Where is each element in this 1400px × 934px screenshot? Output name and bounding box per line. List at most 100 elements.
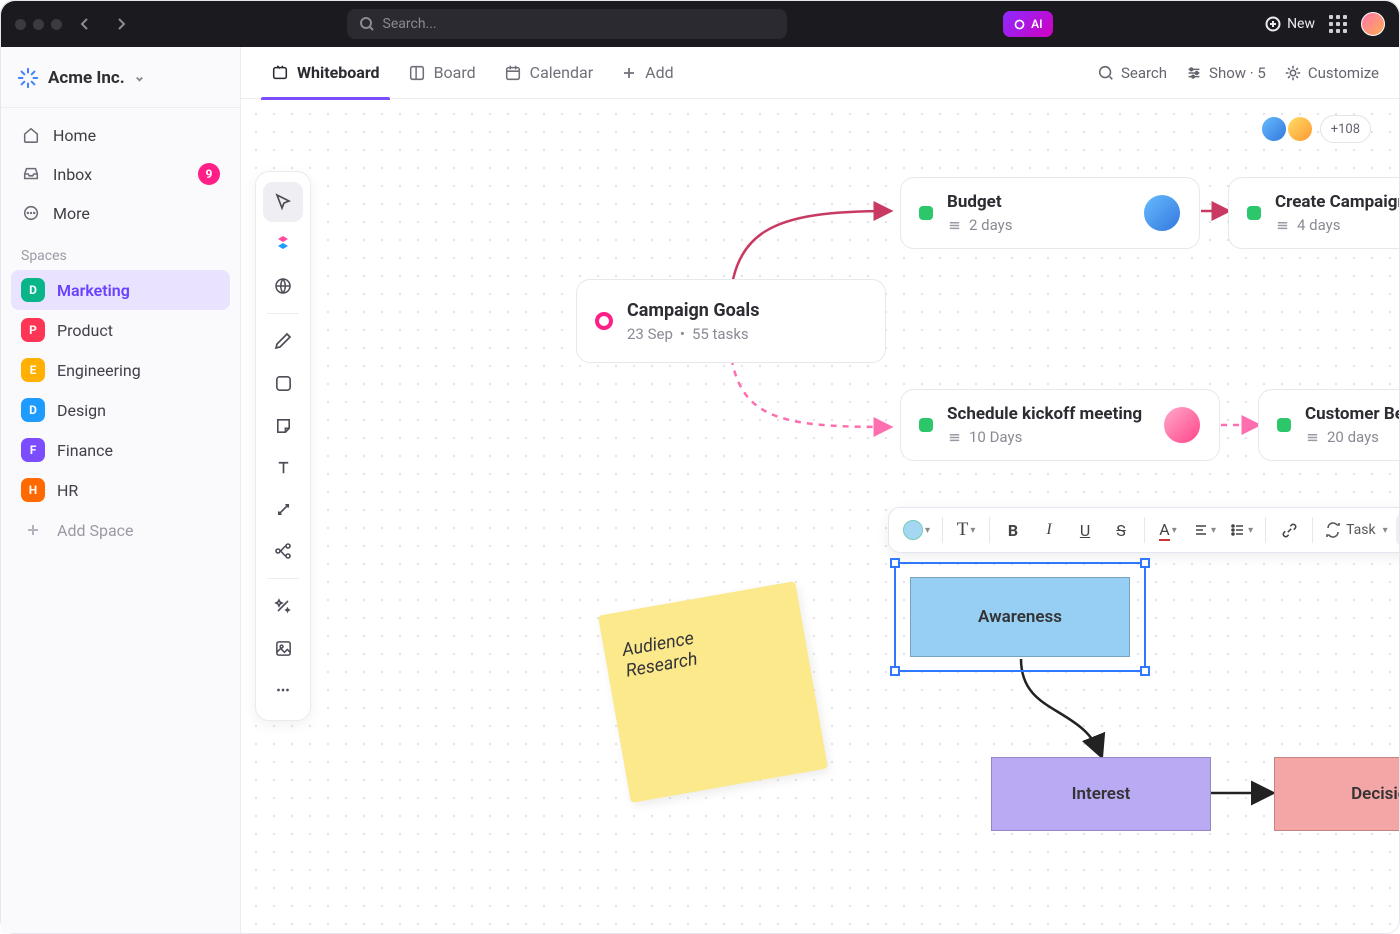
italic-button[interactable]: I — [1032, 513, 1066, 547]
shape-label: Awareness — [978, 607, 1062, 627]
sliders-icon — [1185, 64, 1203, 82]
card-create-campaign[interactable]: Create Campaign 4 days — [1228, 177, 1399, 249]
plus-icon — [21, 518, 45, 542]
collaborator-avatar[interactable] — [1260, 115, 1288, 143]
collaborator-count[interactable]: +108 — [1320, 115, 1371, 143]
status-icon — [1277, 418, 1291, 432]
tool-shape[interactable] — [263, 363, 303, 403]
view-show-button[interactable]: Show · 5 — [1185, 64, 1266, 82]
chevron-down-icon — [134, 73, 145, 84]
text-color-button[interactable]: A▾ — [1151, 513, 1185, 547]
strike-button[interactable]: S — [1104, 513, 1138, 547]
sidebar-item-more[interactable]: More — [11, 194, 230, 232]
underline-button[interactable]: U — [1068, 513, 1102, 547]
gear-icon — [1284, 64, 1302, 82]
fill-swatch-icon — [903, 520, 923, 540]
nav-back-button[interactable] — [72, 11, 98, 37]
tab-label: Add — [645, 63, 673, 82]
view-customize-button[interactable]: Customize — [1284, 64, 1379, 82]
collaborator-avatar[interactable] — [1286, 115, 1314, 143]
shape-awareness[interactable]: Awareness — [910, 577, 1130, 657]
window-controls[interactable] — [15, 19, 62, 30]
workspace-switcher[interactable]: Acme Inc. — [11, 61, 230, 107]
sidebar-item-home[interactable]: Home — [11, 116, 230, 154]
space-label: Engineering — [57, 361, 141, 380]
format-toolbar: ▾ T▾ B I U S A▾ ▾ ▾ Task▾ — [888, 507, 1399, 553]
sidebar-item-inbox[interactable]: Inbox 9 — [11, 154, 230, 194]
home-icon — [21, 125, 41, 145]
tool-pen[interactable] — [263, 321, 303, 361]
tab-label: Whiteboard — [297, 63, 380, 82]
tool-text[interactable] — [263, 447, 303, 487]
tool-magic[interactable] — [263, 586, 303, 626]
shape-label: Interest — [1072, 784, 1131, 804]
format-more-button[interactable] — [1396, 513, 1399, 547]
tab-add-view[interactable]: Add — [611, 47, 683, 99]
resize-handle[interactable] — [890, 558, 900, 568]
user-avatar[interactable] — [1361, 12, 1385, 36]
tab-calendar[interactable]: Calendar — [494, 47, 603, 99]
resize-handle[interactable] — [1140, 666, 1150, 676]
resize-handle[interactable] — [1140, 558, 1150, 568]
tab-whiteboard[interactable]: Whiteboard — [261, 47, 390, 99]
card-customer-beta[interactable]: Customer Beta 20 days — [1258, 389, 1399, 461]
sticky-note[interactable]: Audience Research — [598, 581, 828, 803]
tool-select[interactable] — [263, 182, 303, 222]
assignee-avatar[interactable] — [1163, 406, 1201, 444]
sidebar-space-engineering[interactable]: E Engineering — [11, 350, 230, 390]
card-budget[interactable]: Budget 2 days — [900, 177, 1200, 249]
align-button[interactable]: ▾ — [1187, 513, 1222, 547]
link-icon — [1281, 522, 1298, 539]
tool-image[interactable] — [263, 628, 303, 668]
collaborators[interactable]: +108 — [1268, 115, 1371, 143]
apps-grid-icon[interactable] — [1329, 15, 1347, 33]
act-label: Customize — [1308, 64, 1379, 82]
new-label: New — [1287, 16, 1315, 32]
whiteboard-canvas[interactable]: +108 — [241, 99, 1399, 933]
list-button[interactable]: ▾ — [1224, 513, 1259, 547]
search-placeholder: Search... — [383, 16, 437, 32]
tool-connector[interactable] — [263, 489, 303, 529]
card-title: Create Campaign — [1275, 192, 1399, 212]
tab-label: Board — [434, 63, 476, 82]
ai-button[interactable]: AI — [1003, 11, 1052, 37]
global-search-input[interactable]: Search... — [347, 9, 787, 39]
tool-web[interactable] — [263, 266, 303, 306]
align-icon — [1193, 522, 1209, 538]
space-label: Finance — [57, 441, 113, 460]
link-button[interactable] — [1272, 513, 1306, 547]
card-campaign-goals[interactable]: Campaign Goals 23 Sep•55 tasks — [576, 279, 886, 363]
nav-forward-button[interactable] — [108, 11, 134, 37]
view-search-button[interactable]: Search — [1097, 64, 1167, 82]
fill-color-button[interactable]: ▾ — [897, 513, 936, 547]
bold-button[interactable]: B — [996, 513, 1030, 547]
workspace-logo-icon — [17, 67, 39, 89]
assignee-avatar[interactable] — [1143, 194, 1181, 232]
tool-sticky[interactable] — [263, 405, 303, 445]
ai-label: AI — [1031, 17, 1042, 31]
card-kickoff[interactable]: Schedule kickoff meeting 10 Days — [900, 389, 1220, 461]
tool-ai[interactable] — [263, 224, 303, 264]
convert-icon — [1325, 522, 1341, 538]
sidebar-space-design[interactable]: DDesign — [11, 390, 230, 430]
shape-interest[interactable]: Interest — [991, 757, 1211, 831]
resize-handle[interactable] — [890, 666, 900, 676]
space-badge: F — [21, 438, 45, 462]
tool-more[interactable] — [263, 670, 303, 710]
tab-board[interactable]: Board — [398, 47, 486, 99]
add-space-button[interactable]: Add Space — [11, 510, 230, 550]
new-button[interactable]: New — [1265, 16, 1315, 32]
sidebar-space-product[interactable]: PProduct — [11, 310, 230, 350]
lines-icon — [1305, 430, 1320, 445]
sidebar-space-finance[interactable]: F Finance — [11, 430, 230, 470]
space-badge: E — [21, 358, 45, 382]
shape-decision[interactable]: Decision — [1274, 757, 1399, 831]
tool-mindmap[interactable] — [263, 531, 303, 571]
sidebar-space-hr[interactable]: HHR — [11, 470, 230, 510]
font-button[interactable]: T▾ — [949, 513, 983, 547]
lines-icon — [947, 430, 962, 445]
sidebar-space-marketing[interactable]: DMarketing — [11, 270, 230, 310]
convert-task-button[interactable]: Task▾ — [1319, 513, 1394, 547]
whiteboard-icon — [271, 64, 289, 82]
inbox-badge: 9 — [198, 163, 220, 185]
